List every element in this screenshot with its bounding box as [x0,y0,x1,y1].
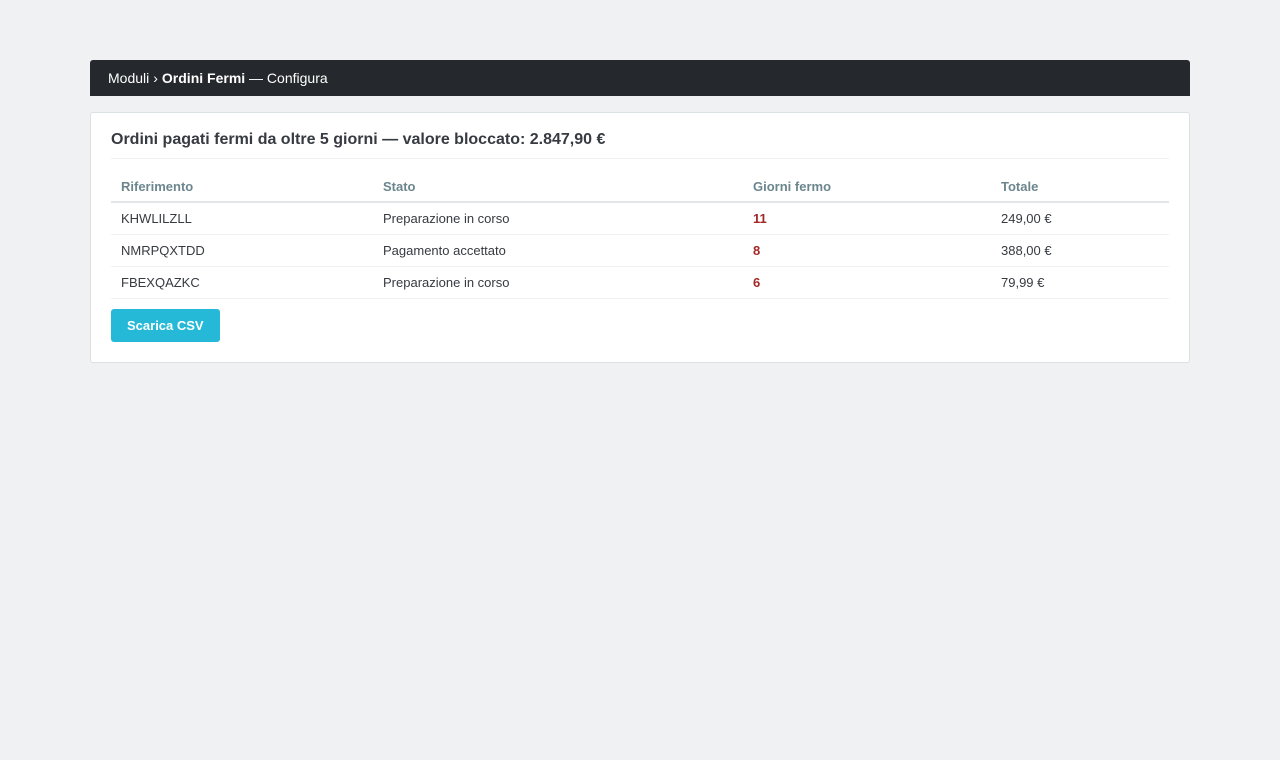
panel-title: Ordini pagati fermi da oltre 5 giorni — … [111,113,1169,159]
order-reference: FBEXQAZKC [111,266,373,299]
orders-table: Riferimento Stato Giorni fermo Totale KH… [111,171,1169,299]
table-row[interactable]: NMRPQXTDD Pagamento accettato 8 388,00 € [111,234,1169,267]
breadcrumb-root[interactable]: Moduli [108,70,149,86]
breadcrumb-module: Ordini Fermi [161,70,246,86]
table-row[interactable]: FBEXQAZKC Preparazione in corso 6 79,99 … [111,266,1169,299]
order-days-stalled: 6 [743,266,991,299]
header-status: Stato [373,171,743,203]
order-total: 388,00 € [991,234,1169,267]
stalled-orders-panel: Ordini pagati fermi da oltre 5 giorni — … [90,112,1190,363]
order-status: Preparazione in corso [373,266,743,299]
order-reference: NMRPQXTDD [111,234,373,267]
breadcrumb: Moduli › Ordini Fermi — Configura [90,60,1190,96]
order-status: Pagamento accettato [373,234,743,267]
order-reference: KHWLILZLL [111,202,373,235]
order-days-stalled: 11 [743,202,991,235]
order-days-stalled: 8 [743,234,991,267]
order-total: 79,99 € [991,266,1169,299]
download-csv-button[interactable]: Scarica CSV [111,308,220,342]
header-total: Totale [991,171,1169,203]
order-total: 249,00 € [991,202,1169,235]
header-days: Giorni fermo [743,171,991,203]
order-status: Preparazione in corso [373,202,743,235]
table-header-row: Riferimento Stato Giorni fermo Totale [111,171,1169,203]
breadcrumb-action: — Configura [249,70,328,86]
table-row[interactable]: KHWLILZLL Preparazione in corso 11 249,0… [111,202,1169,235]
breadcrumb-separator: › [153,70,158,86]
header-reference: Riferimento [111,171,373,203]
